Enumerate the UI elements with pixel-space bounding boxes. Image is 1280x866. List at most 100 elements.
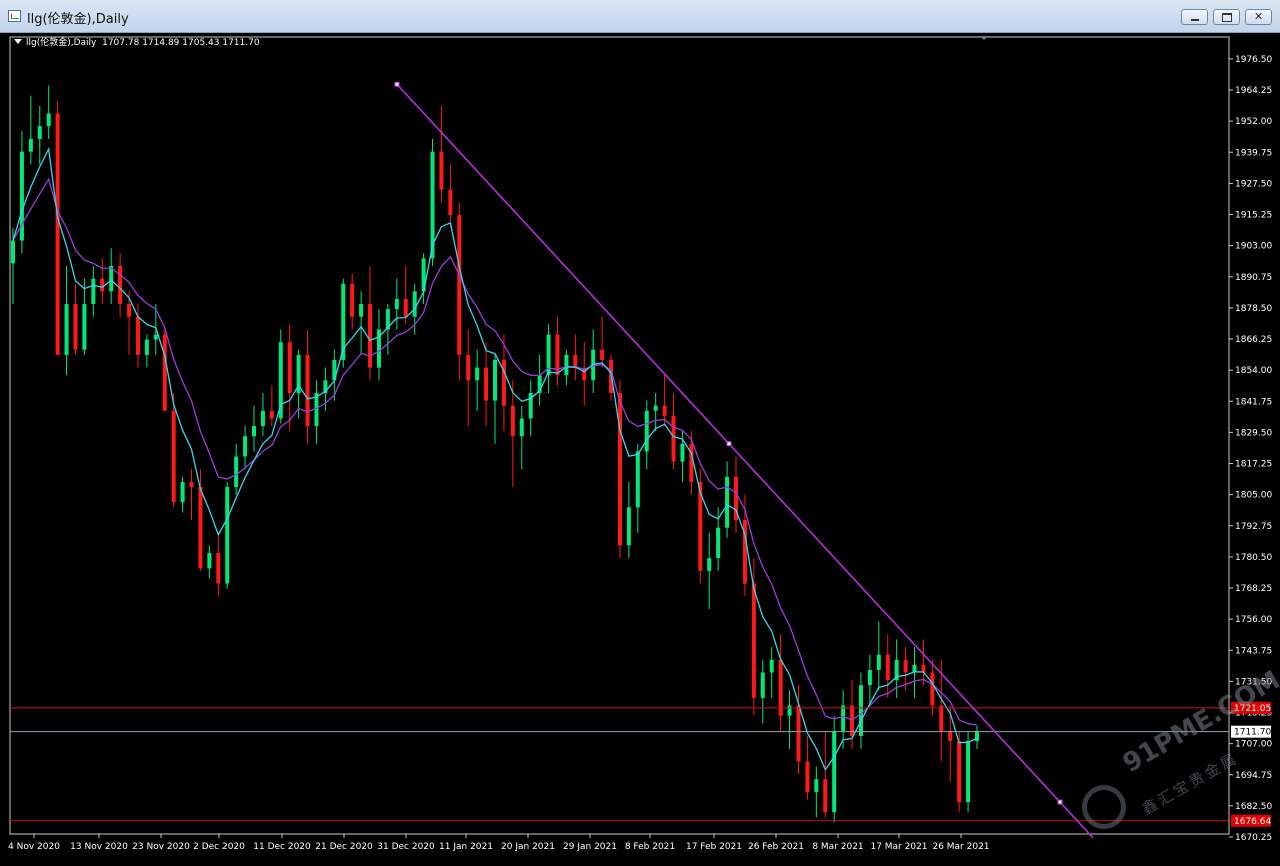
candle-body [448, 189, 453, 216]
candle-body [394, 298, 399, 310]
candle-body [671, 415, 676, 462]
candle-body [814, 779, 819, 792]
current-price-label: 1711.70 [1234, 728, 1271, 738]
y-tick-label: 1805.00 [1235, 491, 1272, 501]
candle-body [841, 705, 846, 731]
candle-body [234, 456, 239, 488]
x-tick-label: 21 Dec 2020 [315, 842, 373, 852]
y-tick-label: 1964.25 [1235, 86, 1272, 96]
candle-body [457, 215, 462, 355]
candle-body [260, 410, 265, 427]
x-tick-label: 13 Nov 2020 [70, 842, 128, 852]
candle-body [948, 730, 953, 742]
minimize-button[interactable] [1181, 9, 1208, 25]
y-tick-label: 1780.50 [1235, 553, 1272, 563]
candle-body [403, 298, 408, 317]
candle-body [171, 410, 176, 503]
y-tick-label: 1792.75 [1235, 522, 1272, 532]
candle-body [573, 354, 578, 368]
ohlc-values: 1707.78 1714.89 1705.43 1711.70 [102, 38, 260, 48]
y-tick-label: 1731.50 [1235, 677, 1272, 687]
candle-body [305, 354, 310, 427]
candle-body [243, 436, 248, 457]
close-button[interactable] [1245, 9, 1272, 25]
y-tick-label: 1976.50 [1235, 55, 1272, 65]
candle-body [939, 705, 944, 731]
ma-fast-line [12, 146, 978, 772]
x-tick-label: 11 Dec 2020 [253, 842, 311, 852]
maximize-button[interactable] [1213, 9, 1240, 25]
dropdown-triangle-icon[interactable] [14, 39, 22, 44]
candle-body [617, 392, 622, 546]
candle-body [91, 278, 96, 305]
candle-body [519, 418, 524, 437]
y-tick-label: 1768.25 [1235, 584, 1272, 594]
y-tick-label: 1952.00 [1235, 117, 1272, 127]
x-tick-label: 11 Jan 2021 [439, 842, 493, 852]
window-titlebar: llg(伦敦金),Daily [0, 0, 1280, 33]
candle-body [662, 405, 667, 416]
candle-body [510, 405, 515, 437]
candle-body [225, 487, 230, 584]
candle-body [198, 487, 203, 569]
candle-body [252, 426, 256, 437]
candle-body [501, 359, 506, 406]
candle-body [189, 481, 194, 488]
candle-body [626, 507, 631, 546]
candle-body [73, 304, 78, 350]
candle-body [153, 334, 158, 340]
candle-body [144, 339, 149, 355]
candle-body [180, 481, 185, 503]
candle-body [564, 354, 569, 376]
candle-body [707, 558, 712, 571]
shift-marker-icon [980, 36, 988, 40]
candle-body [135, 316, 140, 355]
x-tick-label: 26 Mar 2021 [932, 842, 989, 852]
candle-body [162, 334, 167, 411]
chart-app-icon [8, 10, 21, 22]
x-tick-label: 8 Feb 2021 [625, 842, 675, 852]
candle-body [644, 410, 649, 452]
candle-body [805, 761, 810, 792]
candle-body [769, 659, 774, 673]
candle-body [100, 278, 105, 292]
hline-price-label: 1721.05 [1234, 704, 1271, 714]
x-tick-label: 20 Jan 2021 [501, 842, 555, 852]
candle-body [600, 349, 605, 360]
candle-body [689, 443, 694, 482]
candle-body [207, 553, 212, 569]
x-tick-label: 23 Nov 2020 [132, 842, 190, 852]
y-tick-label: 1829.50 [1235, 428, 1272, 438]
candle-body [412, 291, 417, 317]
x-tick-label: 26 Feb 2021 [748, 842, 804, 852]
y-tick-label: 1670.25 [1235, 833, 1272, 843]
y-tick-label: 1756.00 [1235, 615, 1272, 625]
x-tick-label: 31 Dec 2020 [377, 842, 435, 852]
candle-body [778, 659, 783, 716]
y-tick-label: 1866.25 [1235, 335, 1272, 345]
candle-body [493, 359, 497, 401]
candle-body [966, 741, 971, 803]
x-tick-label: 8 Mar 2021 [812, 842, 863, 852]
candle-body [903, 659, 908, 673]
candle-body [751, 583, 756, 698]
chart-info-header: llg(伦敦金),Daily 1707.78 1714.89 1705.43 1… [14, 35, 260, 48]
window-title: llg(伦敦金),Daily [27, 12, 129, 27]
candle-body [82, 304, 87, 350]
candle-body [787, 705, 792, 716]
candle-body [635, 451, 640, 508]
candle-body [832, 730, 837, 813]
y-tick-label: 1903.00 [1235, 242, 1272, 252]
candle-body [287, 342, 292, 393]
candle-body [475, 367, 480, 381]
y-tick-label: 1707.00 [1235, 740, 1272, 750]
candle-body [796, 705, 801, 762]
price-chart[interactable]: 1976.50 1964.25 1952.00 1939.75 1927.50 1915.… [0, 33, 1280, 866]
candle-body [28, 138, 33, 152]
candlestick-chart[interactable]: 1976.50 1964.25 1952.00 1939.75 1927.50 1915.… [0, 33, 1280, 866]
candle-body [867, 669, 872, 686]
candle-body [680, 443, 685, 462]
hline-price-label: 1676.64 [1234, 817, 1271, 827]
y-tick-label: 1694.75 [1235, 771, 1272, 781]
trendline-anchor-point [726, 441, 732, 447]
